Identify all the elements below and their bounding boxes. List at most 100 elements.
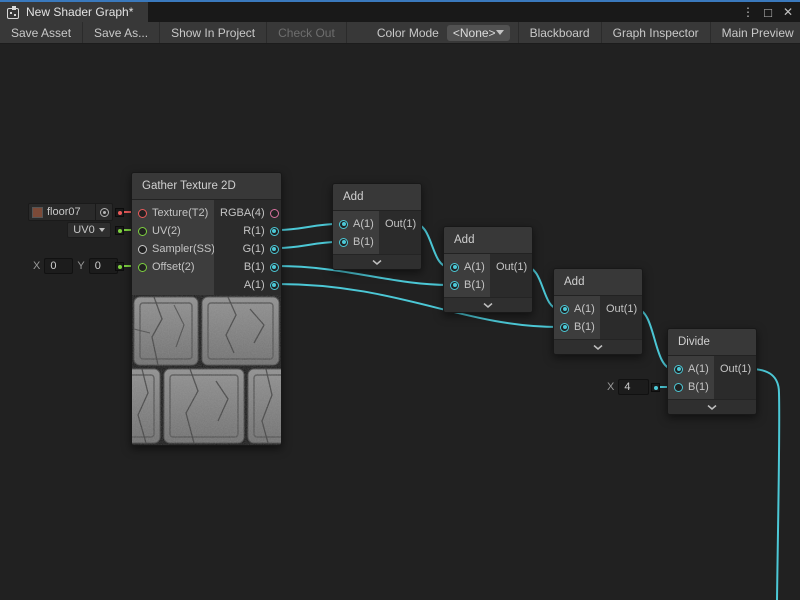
port-a[interactable]: [674, 365, 683, 374]
node-collapse-bar[interactable]: [554, 339, 642, 354]
node-divide[interactable]: Divide A(1) B(1) Out(1): [667, 328, 757, 415]
port-stub-offset: [115, 262, 124, 271]
port-g[interactable]: [270, 245, 279, 254]
shader-graph-window: New Shader Graph* ⋮ □ ✕ Save Asset Save …: [0, 0, 800, 600]
color-mode-value: <None>: [453, 26, 496, 40]
port-a[interactable]: [270, 281, 279, 290]
port-label: Out(1): [496, 261, 527, 273]
toolbar-right-group: Blackboard Graph Inspector Main Preview: [518, 22, 800, 43]
texture-name: floor07: [43, 206, 95, 218]
port-label: A(1): [574, 303, 595, 315]
port-label: A(1): [244, 279, 265, 291]
input-ports: A(1) B(1): [444, 254, 490, 297]
port-texture[interactable]: [138, 209, 147, 218]
node-collapse-bar[interactable]: [444, 297, 532, 312]
node-title[interactable]: Add: [444, 227, 532, 254]
node-gather-texture-2d[interactable]: Gather Texture 2D Texture(T2) UV(2) Samp…: [131, 172, 282, 446]
output-ports: RGBA(4) R(1) G(1) B(1) A(1): [214, 200, 282, 295]
port-label: B(1): [574, 321, 595, 333]
port-out[interactable]: [421, 220, 422, 229]
port-offset[interactable]: [138, 263, 147, 272]
port-label: G(1): [243, 243, 265, 255]
port-rgba[interactable]: [270, 209, 279, 218]
offset-y-input[interactable]: 0: [89, 258, 118, 274]
x-label: X: [33, 260, 40, 272]
port-label: B(1): [464, 279, 485, 291]
toolbar: Save Asset Save As... Show In Project Ch…: [0, 22, 800, 44]
blackboard-toggle-button[interactable]: Blackboard: [518, 22, 601, 43]
input-ports: A(1) B(1): [554, 296, 600, 339]
color-mode-label: Color Mode: [347, 26, 447, 40]
main-preview-toggle-button[interactable]: Main Preview: [710, 22, 800, 43]
port-sampler[interactable]: [138, 245, 147, 254]
port-label: Texture(T2): [152, 207, 208, 219]
window-menu-icon[interactable]: ⋮: [740, 5, 756, 19]
texture-swatch: [32, 207, 43, 218]
node-collapse-bar[interactable]: [333, 254, 421, 269]
check-out-button: Check Out: [267, 22, 347, 43]
port-out[interactable]: [642, 305, 643, 314]
y-label: Y: [77, 260, 84, 272]
input-ports: A(1) B(1): [668, 356, 714, 399]
color-mode-dropdown[interactable]: <None>: [447, 25, 510, 41]
tab-title: New Shader Graph*: [26, 5, 133, 19]
port-b[interactable]: [339, 238, 348, 247]
port-out[interactable]: [532, 263, 533, 272]
maximize-icon[interactable]: □: [760, 5, 776, 20]
offset-x-input[interactable]: 0: [44, 258, 73, 274]
port-label: B(1): [244, 261, 265, 273]
node-title[interactable]: Add: [554, 269, 642, 296]
node-body: Texture(T2) UV(2) Sampler(SS) Offset(2) …: [132, 200, 281, 295]
object-picker-icon: [100, 208, 109, 217]
port-label: Sampler(SS): [152, 243, 215, 255]
port-a[interactable]: [450, 263, 459, 272]
port-label: R(1): [243, 225, 264, 237]
graph-inspector-toggle-button[interactable]: Graph Inspector: [601, 22, 710, 43]
show-in-project-button[interactable]: Show In Project: [160, 22, 267, 43]
node-title[interactable]: Gather Texture 2D: [132, 173, 281, 200]
port-label: A(1): [688, 363, 709, 375]
port-b[interactable]: [674, 383, 683, 392]
port-uv[interactable]: [138, 227, 147, 236]
output-ports: Out(1): [490, 254, 533, 297]
node-add-3[interactable]: Add A(1) B(1) Out(1): [553, 268, 643, 355]
object-picker-button[interactable]: [95, 204, 112, 220]
port-a[interactable]: [339, 220, 348, 229]
close-icon[interactable]: ✕: [780, 5, 796, 19]
port-r[interactable]: [270, 227, 279, 236]
port-a[interactable]: [560, 305, 569, 314]
save-asset-button[interactable]: Save Asset: [0, 22, 83, 43]
chevron-down-icon: [99, 228, 105, 232]
chevron-down-icon: [372, 260, 382, 265]
tab-new-shader-graph[interactable]: New Shader Graph*: [0, 2, 148, 22]
chevron-down-icon: [707, 405, 717, 410]
uv-channel-dropdown[interactable]: UV0: [67, 222, 111, 238]
port-b[interactable]: [270, 263, 279, 272]
uv-channel-value: UV0: [73, 224, 94, 236]
port-label: RGBA(4): [220, 207, 265, 219]
output-ports: Out(1): [379, 211, 422, 254]
port-label: UV(2): [152, 225, 181, 237]
port-label: B(1): [353, 236, 374, 248]
save-as-button[interactable]: Save As...: [83, 22, 160, 43]
titlebar: New Shader Graph* ⋮ □ ✕: [0, 2, 800, 22]
node-title[interactable]: Add: [333, 184, 421, 211]
port-b[interactable]: [450, 281, 459, 290]
port-label: A(1): [353, 218, 374, 230]
port-b[interactable]: [560, 323, 569, 332]
divide-b-input[interactable]: 4: [618, 379, 649, 395]
node-body: A(1) B(1) Out(1): [668, 356, 756, 399]
port-stub-divide-b: [651, 383, 660, 392]
graph-canvas[interactable]: [0, 44, 800, 600]
node-add-1[interactable]: Add A(1) B(1) Out(1): [332, 183, 422, 270]
port-out[interactable]: [756, 365, 757, 374]
texture-object-field[interactable]: floor07: [28, 203, 113, 221]
node-collapse-bar[interactable]: [668, 399, 756, 414]
port-label: A(1): [464, 261, 485, 273]
node-title[interactable]: Divide: [668, 329, 756, 356]
chevron-down-icon: [496, 30, 504, 35]
node-add-2[interactable]: Add A(1) B(1) Out(1): [443, 226, 533, 313]
input-ports: Texture(T2) UV(2) Sampler(SS) Offset(2): [132, 200, 214, 295]
chevron-down-icon: [593, 345, 603, 350]
shader-graph-icon: [7, 6, 20, 19]
